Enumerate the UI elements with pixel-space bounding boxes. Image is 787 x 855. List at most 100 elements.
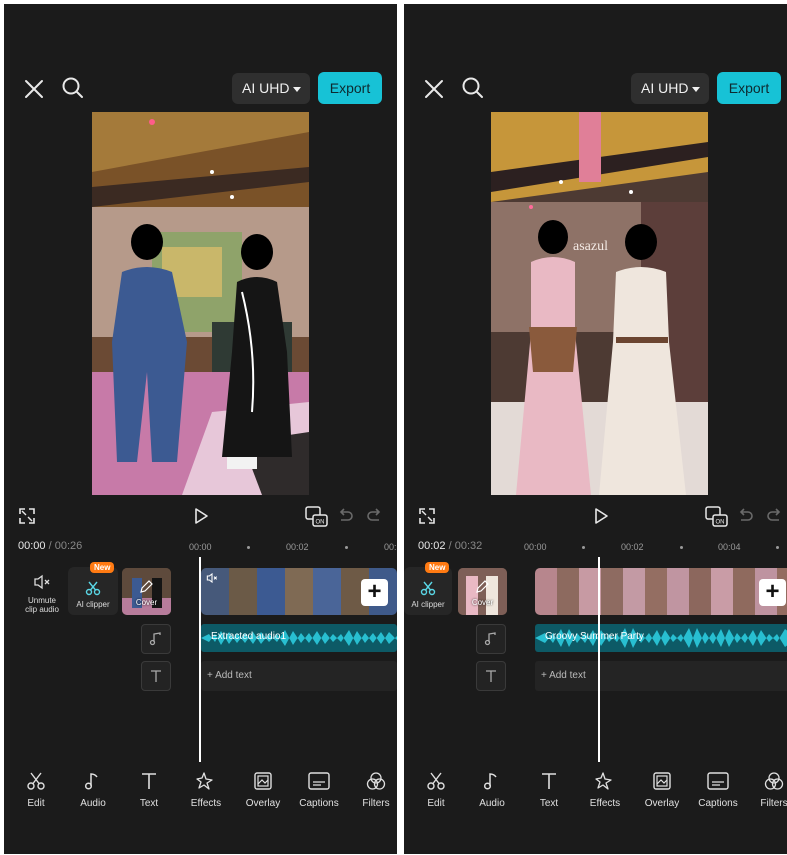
toolbar-captions[interactable]: Captions [290,770,348,809]
scissors-icon [84,579,102,597]
onoff-label: ON [316,520,325,526]
time-separator: / [48,540,52,552]
toolbar-filters[interactable]: Filters [347,770,397,809]
add-text-button[interactable]: + Add text [535,661,787,691]
undo-icon[interactable] [336,507,354,525]
music-note-icon[interactable] [141,624,171,654]
toolbar-effects[interactable]: Effects [177,770,235,809]
toolbar-label: Captions [299,798,339,809]
preview-onoff-icon[interactable]: ON [304,504,328,528]
export-button[interactable]: Export [717,72,781,104]
play-icon[interactable] [592,507,610,525]
quality-dropdown[interactable]: AI UHD [631,73,709,104]
text-icon[interactable] [476,661,506,691]
text-icon[interactable] [141,661,171,691]
scissors-icon [419,579,437,597]
ruler-tick: 00:02 [286,542,309,552]
play-icon[interactable] [192,507,210,525]
mute-icon [206,572,218,584]
toolbar-label: Edit [427,798,445,809]
toolbar-text[interactable]: Text [520,770,578,809]
video-preview[interactable] [92,112,309,495]
toolbar-edit[interactable]: Edit [7,770,65,809]
audio-track-name: Groovy Summer Party [545,631,644,642]
ai-clipper-button[interactable]: New AI clipper [404,562,452,615]
unmute-clip-audio-button[interactable]: Unmute clip audio [22,573,62,614]
playhead[interactable] [598,557,600,762]
video-track[interactable] [535,568,787,615]
close-icon[interactable] [22,77,46,101]
toolbar-label: Effects [190,798,222,809]
toolbar-filters[interactable]: Filters [745,770,787,809]
ruler-tick: 00:02 [621,542,644,552]
bottom-toolbar: Edit Audio Text Effects Overlay Captions… [4,770,397,820]
quality-dropdown[interactable]: AI UHD [232,73,310,104]
toolbar-audio[interactable]: Audio [64,770,122,809]
chevron-down-icon [293,86,302,92]
toolbar-audio[interactable]: Audio [463,770,521,809]
add-text-button[interactable]: + Add text [201,661,397,691]
export-button[interactable]: Export [318,72,382,104]
total-time: 00:26 [54,540,83,552]
ruler-dot [247,542,250,552]
toolbar-overlay[interactable]: Overlay [633,770,691,809]
chevron-down-icon [692,86,701,92]
audio-track[interactable]: Groovy Summer Party [535,624,787,652]
toolbar-captions[interactable]: Captions [689,770,747,809]
add-clip-button[interactable]: + [361,579,388,606]
playhead[interactable] [199,557,201,762]
preview-frame: asazul [491,112,708,495]
pencil-icon [475,580,489,594]
toolbar-label: Text [139,798,159,809]
video-preview[interactable]: asazul [491,112,708,495]
search-icon[interactable] [61,76,85,100]
undo-icon[interactable] [736,507,754,525]
unmute-clip-audio-label: Unmute clip audio [25,596,59,614]
timecode: 00:02 / 00:32 [418,540,482,552]
toolbar-text[interactable]: Text [120,770,178,809]
text-icon [120,770,178,792]
toolbar-label: Edit [27,798,45,809]
captions-icon [290,770,348,792]
search-icon[interactable] [461,76,485,100]
fullscreen-icon[interactable] [18,507,36,525]
music-note-icon [64,770,122,792]
toolbar-effects[interactable]: Effects [576,770,634,809]
editor-screen-left: AI UHD Export ON 00:00 / 00:26 00:00 00:… [4,4,397,854]
timecode: 00:00 / 00:26 [18,540,82,552]
cover-label: Cover [135,598,158,607]
ruler-dot [680,542,683,552]
ruler-tick: 00:00 [189,542,212,552]
quality-label: AI UHD [242,80,290,96]
mute-icon [33,573,51,591]
cover-label: Cover [471,598,494,607]
ai-clipper-button[interactable]: New AI clipper [68,562,118,615]
add-clip-button[interactable]: + [759,579,786,606]
effects-icon [576,770,634,792]
toolbar-edit[interactable]: Edit [407,770,465,809]
ruler-dot [776,542,779,552]
ai-clipper-label: AI clipper [411,600,445,609]
preview-onoff-icon[interactable]: ON [704,504,728,528]
toolbar-label: Filters [362,798,390,809]
pencil-icon [139,580,153,594]
preview-frame [92,112,309,495]
audio-track[interactable]: Extracted audio1 [201,624,397,652]
fullscreen-icon[interactable] [418,507,436,525]
overlay-icon [633,770,691,792]
toolbar-overlay[interactable]: Overlay [234,770,292,809]
cover-button[interactable]: Cover [458,568,507,615]
editor-screen-right: AI UHD Export asazul ON 00:02 / 00:32 00… [404,4,787,854]
current-time: 00:00 [18,540,46,552]
redo-icon[interactable] [766,507,784,525]
cover-button[interactable]: Cover [122,568,171,615]
scissors-icon [407,770,465,792]
overlay-icon [234,770,292,792]
captions-icon [689,770,747,792]
ruler-tick: 00:04 [718,542,741,552]
text-icon [520,770,578,792]
music-note-icon[interactable] [476,624,506,654]
redo-icon[interactable] [366,507,384,525]
total-time: 00:32 [454,540,483,552]
close-icon[interactable] [422,77,446,101]
